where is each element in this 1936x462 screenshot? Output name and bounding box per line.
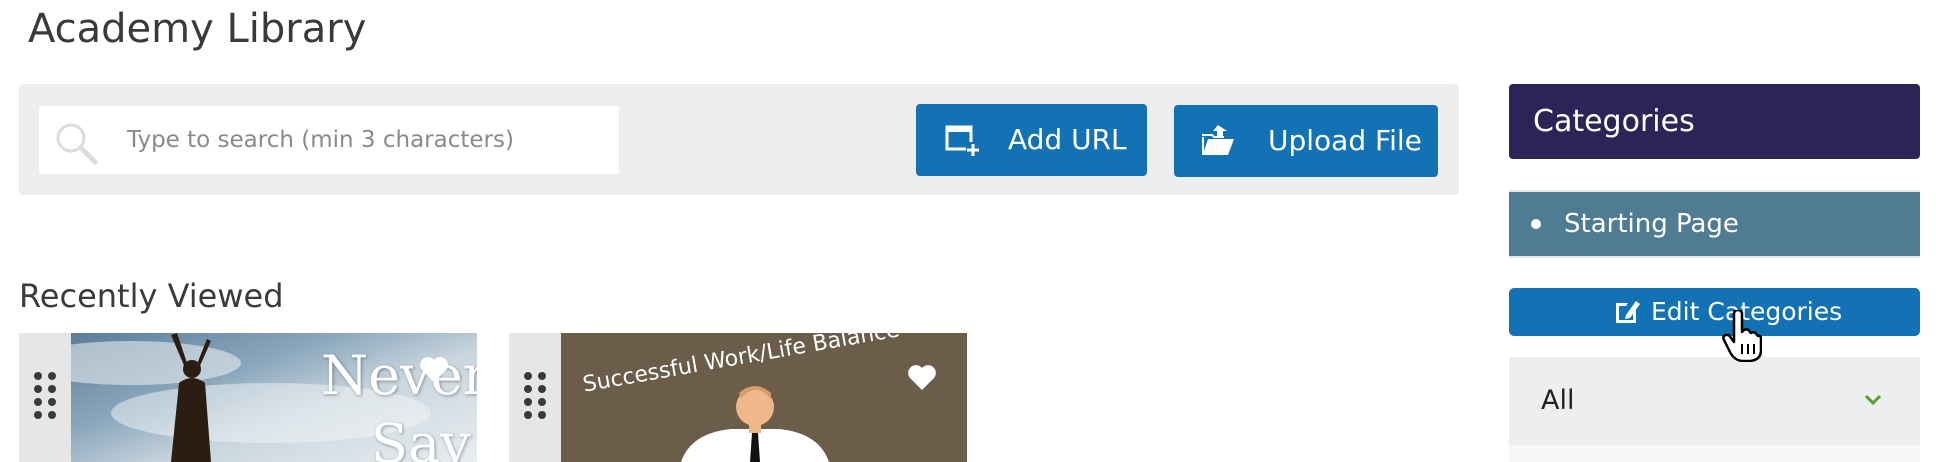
add-window-icon (945, 125, 980, 156)
folder-upload-icon (1202, 125, 1234, 155)
search-input[interactable] (127, 106, 607, 174)
drag-handle-icon (524, 372, 546, 419)
drag-handle-icon (34, 372, 56, 419)
recent-item-card[interactable]: Never Say (19, 333, 477, 462)
recent-item-thumbnail[interactable]: Successful Work/Life Balance (561, 333, 967, 462)
category-item-starting-page[interactable]: Starting Page (1509, 190, 1920, 258)
upload-file-button[interactable]: Upload File (1174, 105, 1438, 177)
category-label: Starting Page (1564, 209, 1739, 239)
chevron-down-icon (1864, 394, 1882, 406)
upload-file-label: Upload File (1268, 124, 1422, 157)
favorite-heart-icon[interactable] (907, 363, 937, 391)
edit-icon (1616, 301, 1640, 323)
add-url-label: Add URL (1008, 123, 1127, 156)
search-box[interactable] (39, 106, 619, 174)
drag-handle[interactable] (19, 333, 71, 462)
page-title: Academy Library (28, 6, 367, 52)
search-icon (56, 123, 98, 165)
filter-panel-edge (1509, 445, 1920, 462)
recent-item-card[interactable]: Successful Work/Life Balance (509, 333, 967, 462)
recently-viewed-title: Recently Viewed (19, 277, 284, 315)
recent-item-thumbnail[interactable]: Never Say (71, 333, 477, 462)
bullet (1531, 219, 1541, 229)
thumbnail-text: Never (321, 344, 477, 407)
thumbnail-text: Say (371, 412, 471, 462)
filter-selected-value: All (1541, 385, 1575, 416)
hand-pointer-cursor-icon (1722, 310, 1762, 362)
category-filter-select[interactable]: All (1509, 357, 1920, 445)
library-toolbar: Add URL Upload File (19, 84, 1459, 195)
add-url-button[interactable]: Add URL (916, 104, 1147, 176)
favorite-heart-icon[interactable] (419, 355, 449, 383)
drag-handle[interactable] (509, 333, 561, 462)
edit-categories-button[interactable]: Edit Categories (1509, 288, 1920, 336)
categories-header: Categories (1509, 84, 1920, 159)
